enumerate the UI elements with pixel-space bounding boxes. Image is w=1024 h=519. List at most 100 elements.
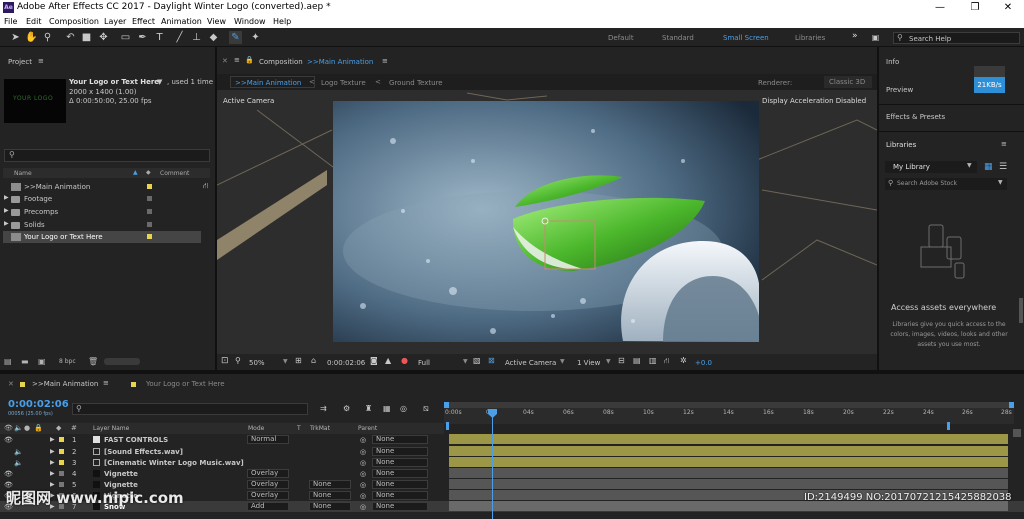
parent-dropdown[interactable]: None	[372, 491, 428, 500]
timeline-current-time[interactable]: 0:00:02:06	[8, 399, 69, 410]
scrollbar[interactable]	[1019, 298, 1023, 323]
help-search-box[interactable]: ⚲ Search Help	[893, 32, 1020, 44]
audio-icon[interactable]: 🔈	[14, 459, 23, 467]
safe-margins-icon[interactable]: ⊞	[295, 356, 302, 365]
layer-bar[interactable]	[449, 434, 1008, 444]
label-color-swatch[interactable]	[147, 234, 152, 239]
expand-arrow-icon[interactable]: ▶	[50, 459, 55, 466]
comp-mini-flowchart-icon[interactable]: ⇉	[320, 404, 327, 413]
pickwhip-icon[interactable]: ◎	[360, 492, 366, 500]
label-color-swatch[interactable]	[147, 209, 152, 214]
layer-bar[interactable]	[449, 479, 1008, 489]
grid-view-icon[interactable]: ▦	[984, 162, 993, 172]
layer-name[interactable]: FAST CONTROLS	[104, 436, 168, 444]
text-tool-icon[interactable]: T	[153, 31, 166, 44]
track-matte-dropdown[interactable]: None	[309, 480, 351, 489]
close-button[interactable]: ✕	[993, 1, 1023, 14]
tab-ground-texture[interactable]: Ground Texture	[389, 79, 443, 87]
resolution-dropdown[interactable]: Full	[418, 359, 430, 367]
pickwhip-icon[interactable]: ◎	[360, 481, 366, 489]
dropdown-arrow-icon[interactable]: ▼	[157, 78, 162, 86]
layer-name[interactable]: [Sound Effects.wav]	[104, 448, 183, 456]
puppet-tool-icon[interactable]: ✦	[249, 31, 262, 44]
timeline-search-input[interactable]: ⚲	[72, 403, 308, 415]
label-color-swatch[interactable]	[59, 460, 64, 465]
workspace-small-screen[interactable]: Small Screen	[723, 34, 769, 42]
draft-3d-icon[interactable]: ⚙	[343, 404, 350, 413]
fast-previews-icon[interactable]: ▤	[633, 356, 641, 365]
rotate-tool-icon[interactable]: ↶	[64, 31, 77, 44]
motion-blur-icon[interactable]: ◎	[400, 404, 407, 413]
project-folder-footage[interactable]: ▶ Footage	[3, 193, 201, 205]
label-color-swatch[interactable]	[59, 471, 64, 476]
label-color-swatch[interactable]	[147, 196, 152, 201]
expand-arrow-icon[interactable]: ▶	[4, 207, 9, 214]
clone-tool-icon[interactable]: ⊥	[190, 31, 203, 44]
thumbnail-size-slider[interactable]	[104, 358, 140, 365]
sync-settings-icon[interactable]: ▣	[869, 31, 882, 44]
bit-depth-label[interactable]: 8 bpc	[59, 358, 76, 365]
layer-name[interactable]: Vignette	[104, 470, 138, 478]
list-view-icon[interactable]: ☰	[999, 162, 1007, 172]
pen-tool-icon[interactable]: ✒	[136, 31, 149, 44]
pickwhip-icon[interactable]: ◎	[360, 459, 366, 467]
workspace-default[interactable]: Default	[608, 34, 634, 42]
label-color-swatch[interactable]	[147, 184, 152, 189]
panel-menu-icon[interactable]: ≡	[38, 57, 44, 65]
close-panel-icon[interactable]: ✕	[8, 380, 14, 388]
timeline-tab-main[interactable]: >>Main Animation	[32, 380, 98, 388]
view-layout-dropdown[interactable]: 1 View	[577, 359, 600, 367]
brush-tool-icon[interactable]: ╱	[173, 31, 186, 44]
parent-dropdown[interactable]: None	[372, 502, 428, 511]
label-tag-icon[interactable]: ◆	[56, 424, 61, 432]
blend-mode-dropdown[interactable]: Add	[247, 502, 289, 511]
track-matte-dropdown[interactable]: None	[309, 502, 351, 511]
menu-edit[interactable]: Edit	[26, 17, 42, 26]
blend-mode-dropdown[interactable]: Overlay	[247, 480, 289, 489]
playhead-line[interactable]	[492, 416, 493, 519]
composition-frame[interactable]	[333, 101, 759, 342]
zoom-tool-icon[interactable]: ⚲	[41, 31, 54, 44]
flowchart-icon[interactable]: ⛙	[203, 181, 209, 191]
pickwhip-icon[interactable]: ◎	[360, 503, 366, 511]
effects-presets-panel-title[interactable]: Effects & Presets	[886, 113, 945, 121]
blend-mode-dropdown[interactable]: Overlay	[247, 491, 289, 500]
workspace-standard[interactable]: Standard	[662, 34, 694, 42]
libraries-panel-title[interactable]: Libraries	[886, 141, 916, 149]
visibility-icon[interactable]: 👁	[4, 470, 13, 478]
tab-main-animation[interactable]: >>Main Animation	[230, 76, 315, 88]
info-panel-title[interactable]: Info	[886, 58, 899, 66]
label-tag-icon[interactable]: ◆	[146, 169, 151, 176]
library-dropdown[interactable]: My Library ▼	[885, 161, 977, 173]
panel-menu-icon[interactable]: ≡	[234, 56, 240, 64]
expand-arrow-icon[interactable]: ▶	[50, 436, 55, 443]
minimize-button[interactable]: —	[925, 1, 955, 14]
timeline-tab-logo[interactable]: Your Logo or Text Here	[146, 380, 225, 388]
graph-editor-icon[interactable]: ⧅	[423, 404, 429, 414]
frame-blending-icon[interactable]: ▦	[383, 404, 391, 413]
menu-composition[interactable]: Composition	[49, 17, 99, 26]
new-composition-icon[interactable]: ▣	[38, 357, 46, 366]
region-icon[interactable]: ⚲	[235, 356, 241, 365]
layer-name[interactable]: [Cinematic Winter Logo Music.wav]	[104, 459, 244, 467]
project-panel-title[interactable]: Project	[8, 58, 32, 66]
expand-arrow-icon[interactable]: ▶	[4, 220, 9, 227]
region-of-interest-icon[interactable]: ▧	[473, 356, 481, 365]
timeline-icon[interactable]: ▥	[649, 356, 657, 365]
label-color-swatch[interactable]	[59, 449, 64, 454]
pan-behind-tool-icon[interactable]: ✥	[97, 31, 110, 44]
eraser-tool-icon[interactable]: ◆	[207, 31, 220, 44]
parent-dropdown[interactable]: None	[372, 435, 428, 444]
current-time-display[interactable]: 0:00:02:06	[327, 359, 365, 367]
pickwhip-icon[interactable]: ◎	[360, 470, 366, 478]
layer-bar[interactable]	[449, 468, 1008, 478]
camera-view-dropdown[interactable]: Active Camera	[505, 359, 556, 367]
layer-bar[interactable]	[449, 446, 1008, 456]
menu-view[interactable]: View	[207, 17, 226, 26]
interpret-footage-icon[interactable]: ▤	[4, 357, 12, 366]
project-item-main-animation[interactable]: >>Main Animation ⛙	[3, 181, 209, 193]
column-comment-header[interactable]: Comment	[160, 170, 189, 177]
parent-dropdown[interactable]: None	[372, 469, 428, 478]
blend-mode-dropdown[interactable]: Overlay	[247, 469, 289, 478]
mode-header[interactable]: Mode	[248, 425, 264, 432]
